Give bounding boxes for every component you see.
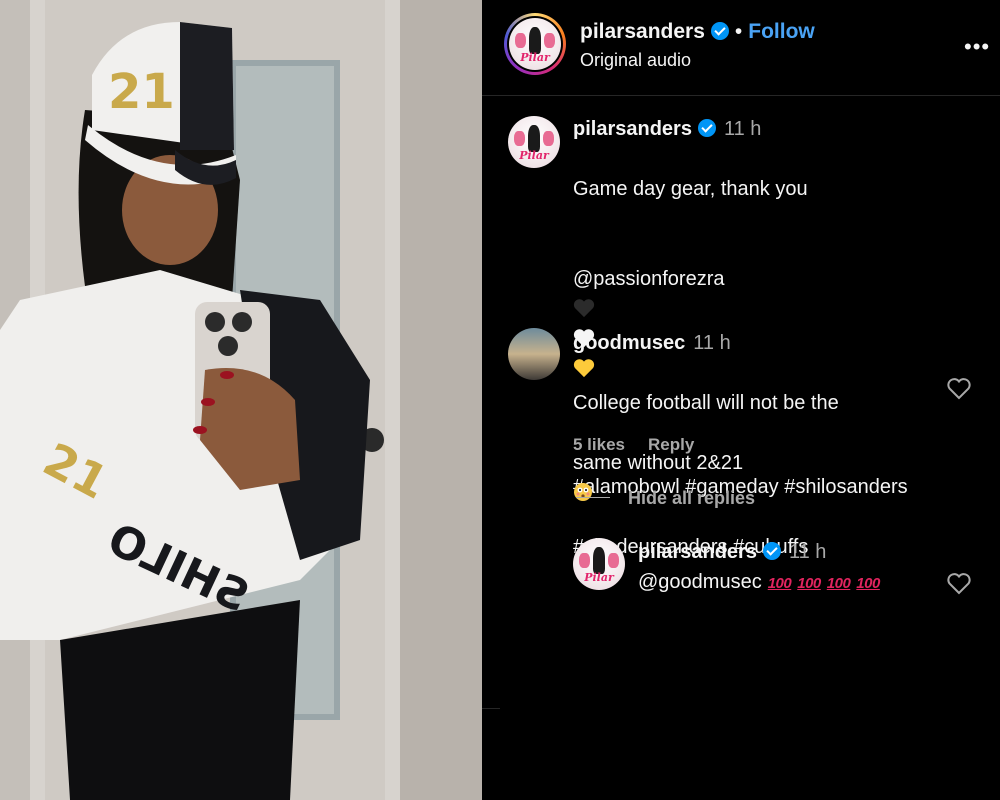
header-username[interactable]: pilarsanders <box>580 20 705 43</box>
comments-panel: Pilar pilarsanders • Follow Original audio… <box>482 0 1000 800</box>
separator-dot: • <box>734 20 743 43</box>
comment-username[interactable]: goodmusec <box>573 332 685 354</box>
reply-avatar[interactable]: Pilar <box>573 538 625 590</box>
panel-divider <box>482 708 500 709</box>
header-name-row: pilarsanders • Follow <box>580 20 815 44</box>
follow-button[interactable]: Follow <box>748 20 815 43</box>
like-comment-heart-icon[interactable] <box>946 377 972 401</box>
hundred-points-icon: 100 <box>826 575 851 592</box>
caption-username[interactable]: pilarsanders <box>573 118 692 140</box>
comment-time[interactable]: 11 h <box>693 332 730 354</box>
hundred-points-icon: 100 <box>797 575 821 592</box>
comment-text-line-1: College football will not be the <box>573 392 839 414</box>
post-header: Pilar pilarsanders • Follow Original audio… <box>482 0 1000 96</box>
hide-replies-button[interactable]: Hide all replies <box>628 488 755 509</box>
caption-time[interactable]: 11 h <box>724 118 761 140</box>
reply-time[interactable]: 11 h <box>789 541 826 563</box>
comment-likes[interactable]: 5 likes <box>573 435 625 455</box>
caption-avatar[interactable]: Pilar <box>508 116 560 168</box>
reply-item: pilarsanders 11 h @goodmusec 100 100 100 100 <box>638 541 958 599</box>
svg-text:21: 21 <box>108 64 175 120</box>
caption-mention[interactable]: @passionforezra <box>573 268 724 290</box>
black-heart-icon <box>573 299 595 318</box>
verified-badge-icon <box>697 119 716 137</box>
replies-divider <box>576 497 610 498</box>
original-audio-link[interactable]: Original audio <box>580 50 691 71</box>
reply-mention[interactable]: @goodmusec <box>638 571 762 593</box>
like-reply-heart-icon[interactable] <box>946 572 972 596</box>
comment-avatar[interactable] <box>508 328 560 380</box>
avatar: Pilar <box>509 18 561 70</box>
hundred-points-icon: 100 <box>767 575 792 592</box>
flushed-face-icon <box>574 483 592 501</box>
reply-username[interactable]: pilarsanders <box>638 541 757 563</box>
hundred-points-icon: 100 <box>856 575 880 592</box>
post-photo[interactable]: 21 21 SHILO <box>0 0 482 800</box>
verified-badge-icon <box>762 542 781 560</box>
caption-line-1: Game day gear, thank you <box>573 178 808 200</box>
mirror-selfie-illustration: 21 21 SHILO <box>0 0 482 800</box>
reply-button[interactable]: Reply <box>648 435 694 455</box>
more-options-icon[interactable]: ••• <box>964 36 990 58</box>
story-ring[interactable]: Pilar <box>504 13 566 75</box>
verified-badge-icon <box>710 22 729 40</box>
